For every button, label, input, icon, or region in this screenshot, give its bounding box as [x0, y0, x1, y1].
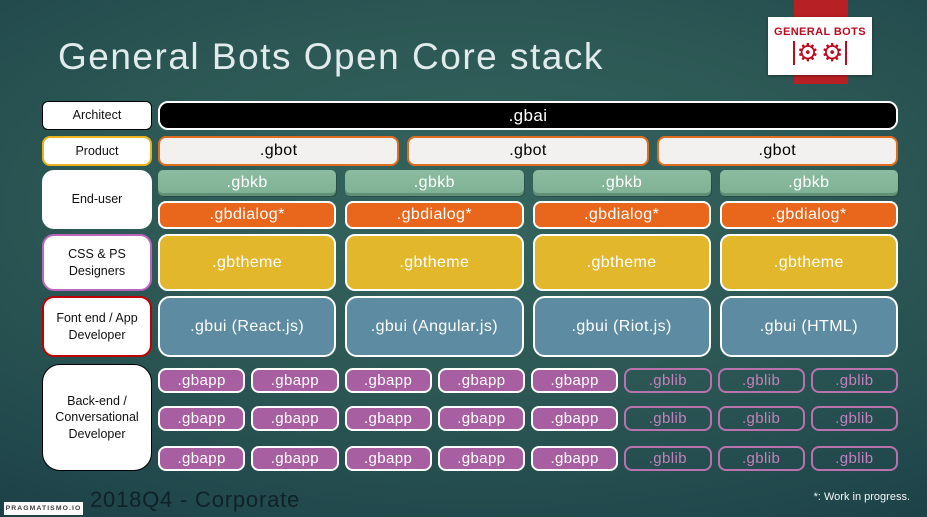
logo-wordmark: GENERAL BOTS	[774, 25, 866, 38]
stack-box-gblib: .gblib	[717, 406, 805, 431]
stack-box-gbapp: .gbapp	[531, 368, 619, 393]
row-label-product: Product	[42, 136, 152, 166]
stack-box-gbapp: .gbapp	[251, 406, 339, 431]
logo-tick-right	[845, 40, 848, 65]
page-title: General Bots Open Core stack	[58, 36, 604, 77]
stack-box-gbapp: .gbapp	[344, 446, 432, 471]
stack-box-gbtheme: .gbtheme	[719, 234, 898, 291]
stack-box-gbapp: .gbapp	[251, 368, 339, 393]
stack-box-gbkb: .gbkb	[345, 170, 524, 196]
row-label-front-end-app-developer: Font end / App Developer	[42, 296, 152, 357]
slide-caption: 2018Q4 - Corporate	[90, 487, 301, 512]
stack-row-gbot: .gbot .gbot .gbot	[158, 136, 898, 166]
stack-box-gblib: .gblib	[624, 368, 712, 393]
stack-box-gbdialog: .gbdialog*	[719, 201, 898, 229]
row-label-end-user: End-user	[42, 170, 152, 229]
stack-box-gbapp: .gbapp	[251, 446, 339, 471]
stack-box-gbtheme: .gbtheme	[158, 234, 337, 291]
stack-box-gbtheme: .gbtheme	[532, 234, 711, 291]
stack-box-gblib: .gblib	[810, 446, 898, 471]
row-label-css-ps-designers: CSS & PS Designers	[42, 234, 152, 291]
stack-box-gbot: .gbot	[158, 136, 400, 166]
stack-box-gbui: .gbui (Angular.js)	[345, 296, 524, 357]
stack-box-gbkb: .gbkb	[719, 170, 898, 196]
stack-box-gbot: .gbot	[407, 136, 649, 166]
stack-box-gblib: .gblib	[717, 446, 805, 471]
stack-box-gbot: .gbot	[656, 136, 898, 166]
stack-box-gbdialog: .gbdialog*	[532, 201, 711, 229]
stack-box-gbapp: .gbapp	[437, 446, 525, 471]
logo-tick-left	[792, 40, 795, 65]
stack-box-gbapp: .gbapp	[158, 406, 246, 431]
stack-box-gbkb: .gbkb	[158, 170, 337, 196]
stack-box-gbkb: .gbkb	[532, 170, 711, 196]
stack-box-gbapp: .gbapp	[158, 368, 246, 393]
stack-box-gbui: .gbui (Riot.js)	[532, 296, 711, 357]
stack-row-gbui: .gbui (React.js) .gbui (Angular.js) .gbui …	[158, 296, 898, 357]
stack-box-gbapp: .gbapp	[531, 446, 619, 471]
stack-box-gbapp: .gbapp	[344, 406, 432, 431]
stack-box-gbapp: .gbapp	[531, 406, 619, 431]
stack-row-gbtheme: .gbtheme .gbtheme .gbtheme .gbtheme	[158, 234, 898, 291]
pragmatismo-logo: PRAGMATISMO.IO	[4, 502, 83, 515]
stack-row-gbkb: .gbkb .gbkb .gbkb .gbkb	[158, 170, 898, 196]
stack-box-gbtheme: .gbtheme	[345, 234, 524, 291]
gear-icon: ⚙	[821, 38, 844, 67]
row-label-architect: Architect	[42, 101, 152, 130]
stack-row-gbai: .gbai	[158, 101, 898, 130]
slide-canvas: General Bots Open Core stack GENERAL BOT…	[0, 0, 927, 517]
stack-row-backend-3: .gbapp .gbapp .gbapp .gbapp .gbapp .gblib .gbl…	[158, 446, 898, 471]
stack-box-gblib: .gblib	[624, 406, 712, 431]
stack-row-backend-1: .gbapp .gbapp .gbapp .gbapp .gbapp .gblib .gbl…	[158, 368, 898, 393]
gear-icon: ⚙	[796, 38, 819, 67]
stack-box-gblib: .gblib	[810, 368, 898, 393]
stack-box-gbdialog: .gbdialog*	[345, 201, 524, 229]
stack-box-gblib: .gblib	[810, 406, 898, 431]
stack-box-gblib: .gblib	[717, 368, 805, 393]
general-bots-logo: GENERAL BOTS ⚙ ⚙	[768, 17, 872, 75]
stack-row-backend-2: .gbapp .gbapp .gbapp .gbapp .gbapp .gblib .gbl…	[158, 406, 898, 431]
stack-box-gbai: .gbai	[158, 101, 898, 130]
work-in-progress-footnote: *: Work in progress.	[813, 491, 910, 503]
row-label-back-end-conversational-developer: Back-end / Conversational Developer	[42, 364, 152, 471]
stack-row-gbdialog: .gbdialog* .gbdialog* .gbdialog* .gbdialog*	[158, 201, 898, 229]
stack-box-gbui: .gbui (React.js)	[158, 296, 337, 357]
stack-box-gbapp: .gbapp	[437, 406, 525, 431]
stack-box-gbui: .gbui (HTML)	[719, 296, 898, 357]
stack-box-gbapp: .gbapp	[158, 446, 246, 471]
stack-box-gbapp: .gbapp	[344, 368, 432, 393]
stack-box-gbapp: .gbapp	[437, 368, 525, 393]
gears-icon: ⚙ ⚙	[792, 38, 848, 67]
stack-box-gblib: .gblib	[624, 446, 712, 471]
stack-box-gbdialog: .gbdialog*	[158, 201, 337, 229]
